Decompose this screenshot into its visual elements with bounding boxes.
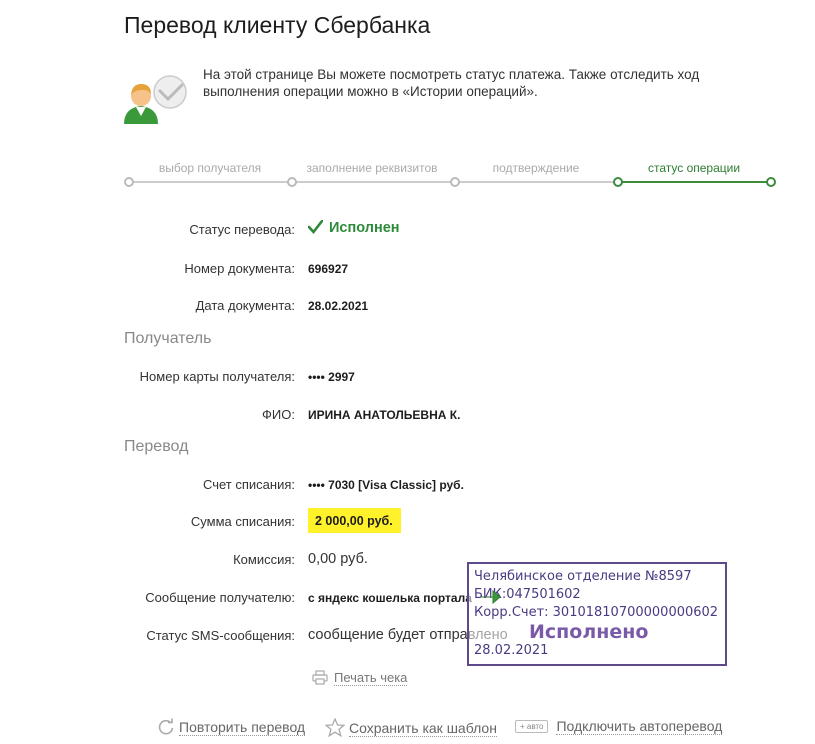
account-label: Счет списания: <box>202 477 295 492</box>
doc-number-value: 696927 <box>308 262 349 276</box>
step-label-fill-details: заполнение реквизитов <box>306 161 438 175</box>
repeat-icon <box>157 718 175 739</box>
amount-label: Сумма списания: <box>190 514 295 529</box>
fee-label: Комиссия: <box>233 552 295 567</box>
progress-stepper: выбор получателя заполнение реквизитов п… <box>124 158 780 192</box>
card-label: Номер карты получателя: <box>139 369 295 384</box>
client-transfer-icon <box>124 72 190 126</box>
doc-date-label: Дата документа: <box>195 298 295 313</box>
section-title-recipient: Получатель <box>124 330 212 347</box>
doc-number-label: Номер документа: <box>184 261 295 276</box>
stamp-arrow-icon <box>479 588 501 611</box>
stamp-branch: Челябинское отделение №8597 <box>474 569 692 584</box>
row-name: ФИО: ИРИНА АНАТОЛЬЕВНА К. <box>0 404 815 426</box>
name-value: ИРИНА АНАТОЛЬЕВНА К. <box>308 408 461 422</box>
doc-date-value: 28.02.2021 <box>308 299 369 313</box>
save-template-label: Сохранить как шаблон <box>349 720 497 737</box>
sms-label: Статус SMS-сообщения: <box>146 628 295 643</box>
step-label-select-recipient: выбор получателя <box>158 161 262 175</box>
fee-value: 0,00 руб. <box>308 551 368 567</box>
auto-badge: + авто <box>515 720 549 733</box>
section-title-transfer: Перевод <box>124 438 189 455</box>
stamp-status: Исполнено <box>529 621 649 643</box>
check-icon <box>307 219 324 238</box>
step-track-active <box>618 181 771 183</box>
step-track-inactive <box>129 181 618 183</box>
card-value: •••• 2997 <box>308 370 355 384</box>
autopay-link[interactable]: + авто Подключить автоперевод <box>515 718 723 735</box>
intro-text: На этой странице Вы можете посмотреть ст… <box>203 67 700 99</box>
row-amount: Сумма списания: 2 000,00 руб. <box>0 508 815 533</box>
stamp-corr-account: Корр.Счет: 30101810700000000602 <box>474 605 719 620</box>
row-doc-date: Дата документа: 28.02.2021 <box>0 295 815 317</box>
row-doc-number: Номер документа: 696927 <box>0 258 815 280</box>
step-label-confirm: подтверждение <box>492 161 580 175</box>
status-text: Исполнен <box>329 220 400 236</box>
bank-stamp: Челябинское отделение №8597 БИК:04750160… <box>467 562 727 666</box>
step-label-status: статус операции <box>647 161 741 175</box>
repeat-transfer-label: Повторить перевод <box>179 719 306 736</box>
star-icon <box>324 717 346 740</box>
row-status: Статус перевода: Исполнен <box>0 219 815 241</box>
message-label: Сообщение получателю: <box>145 590 295 605</box>
amount-value: 2 000,00 руб. <box>308 508 401 533</box>
step-dot-1 <box>124 177 134 187</box>
account-value: •••• 7030 [Visa Classic] руб. <box>308 478 464 492</box>
step-dot-end <box>766 177 776 187</box>
step-dot-2 <box>287 177 297 187</box>
page-title: Перевод клиенту Сбербанка <box>124 12 431 38</box>
intro-block: На этой странице Вы можете посмотреть ст… <box>124 66 764 124</box>
status-label: Статус перевода: <box>189 222 295 237</box>
save-template-link[interactable]: Сохранить как шаблон <box>324 717 497 740</box>
repeat-transfer-link[interactable]: Повторить перевод <box>157 718 306 739</box>
bottom-actions: Повторить перевод Сохранить как шаблон +… <box>0 717 815 740</box>
message-value: с яндекс кошелька портала <box>308 591 472 605</box>
step-dot-4 <box>613 177 623 187</box>
printer-icon <box>312 670 328 688</box>
step-dot-3 <box>450 177 460 187</box>
stamp-date: 28.02.2021 <box>474 643 549 658</box>
print-receipt-link[interactable]: Печать чека <box>312 670 408 688</box>
row-card: Номер карты получателя: •••• 2997 <box>0 366 815 388</box>
status-value: Исполнен <box>307 219 400 238</box>
row-account: Счет списания: •••• 7030 [Visa Classic] … <box>0 474 815 496</box>
autopay-label: Подключить автоперевод <box>556 718 723 735</box>
name-label: ФИО: <box>262 407 295 422</box>
print-receipt-label: Печать чека <box>334 670 408 686</box>
